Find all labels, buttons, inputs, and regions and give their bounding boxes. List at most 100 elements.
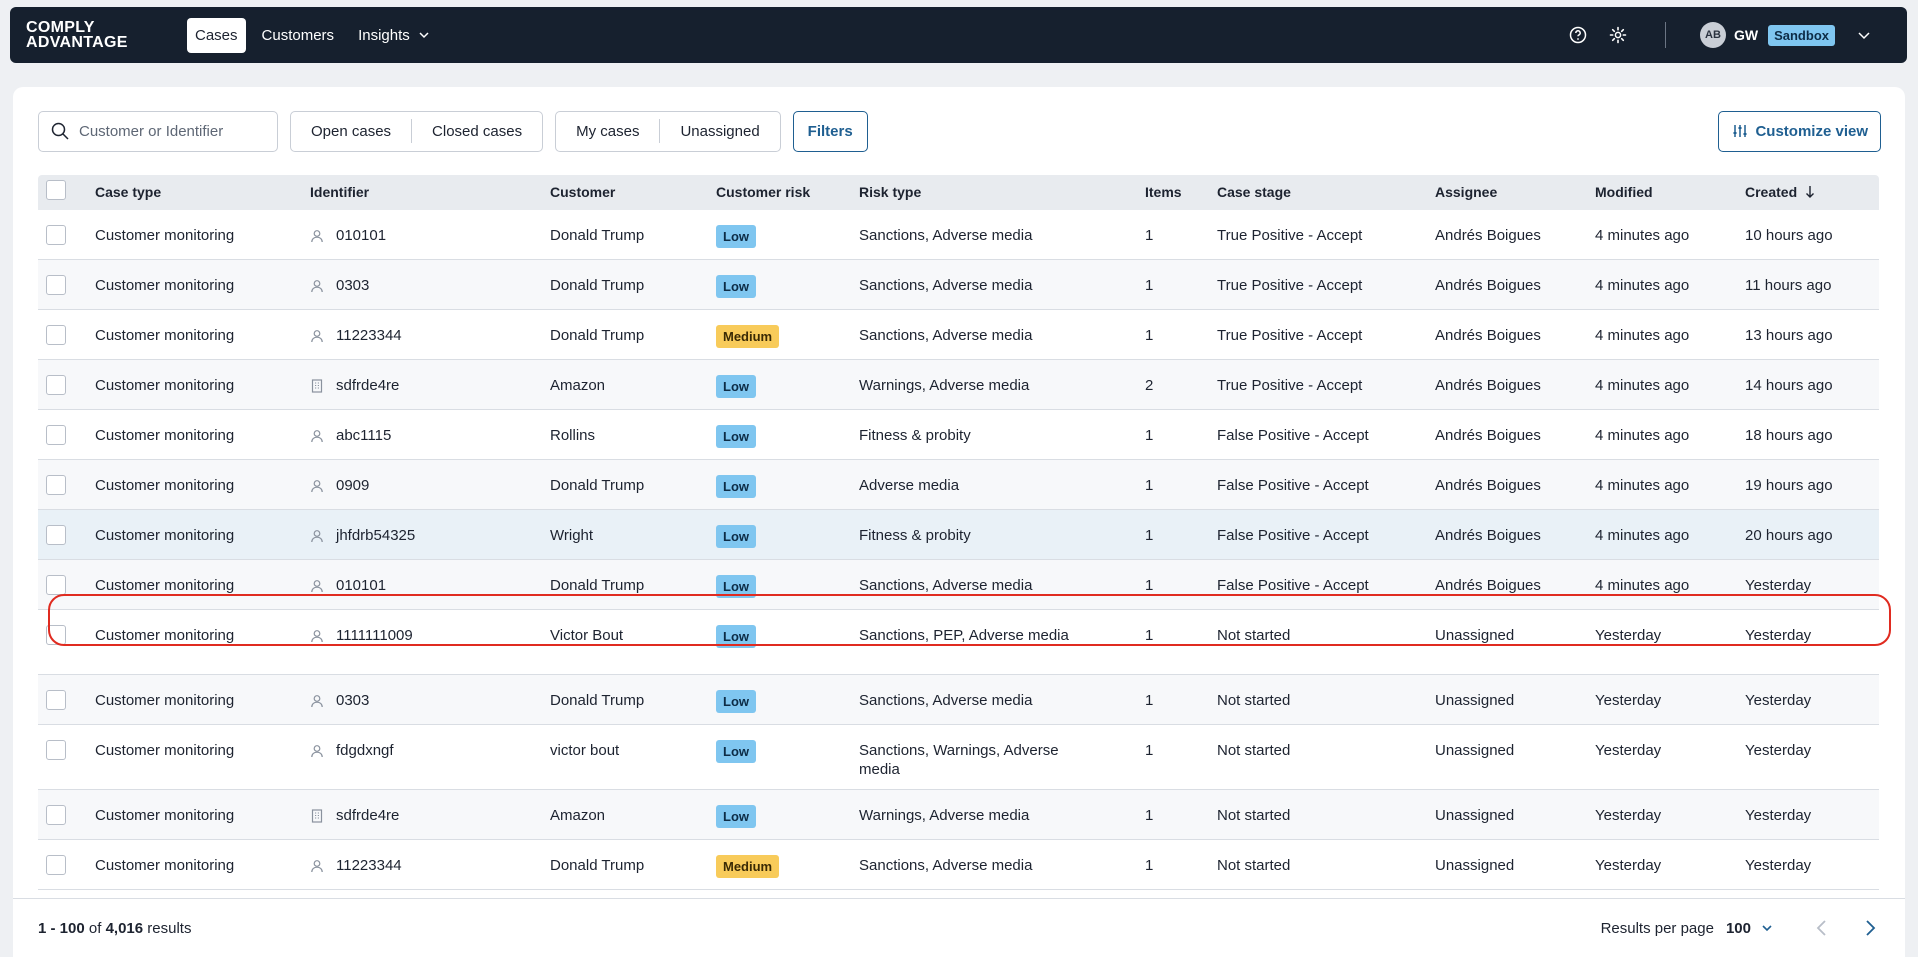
cell-assignee: Andrés Boigues — [1435, 577, 1541, 594]
chevron-left-icon[interactable] — [1815, 919, 1829, 937]
table-row[interactable]: Customer monitoring sdfrde4re Amazon Low War… — [38, 360, 1879, 410]
risk-badge: Medium — [716, 855, 780, 878]
table-row[interactable]: Customer monitoring sdfrde4re Amazon Low War… — [38, 790, 1879, 840]
cell-identifier[interactable]: sdfrde4re — [336, 376, 399, 395]
row-checkbox[interactable] — [46, 855, 66, 875]
cell-identifier[interactable]: jhfdrb54325 — [336, 526, 415, 545]
select-all-checkbox[interactable] — [46, 180, 66, 200]
row-checkbox[interactable] — [46, 325, 66, 345]
column-header-case-type[interactable]: Case type — [95, 183, 310, 202]
unassigned-button[interactable]: Unassigned — [660, 123, 779, 140]
cell-created: 11 hours ago — [1745, 277, 1832, 294]
cell-identifier[interactable]: 010101 — [336, 226, 386, 245]
column-header-case-stage[interactable]: Case stage — [1217, 183, 1435, 202]
column-header-modified[interactable]: Modified — [1595, 183, 1745, 202]
cell-identifier[interactable]: abc1115 — [336, 426, 391, 445]
column-header-customer[interactable]: Customer — [550, 183, 716, 202]
cell-customer: Amazon — [550, 377, 606, 394]
column-header-risk-type[interactable]: Risk type — [859, 183, 1145, 202]
risk-badge: Low — [716, 625, 756, 648]
cell-case-type: Customer monitoring — [95, 857, 235, 874]
cell-case-type: Customer monitoring — [95, 377, 235, 394]
search-box — [38, 110, 278, 152]
table-row[interactable]: Customer monitoring 010101 Donald Trump Low… — [38, 210, 1879, 260]
cell-identifier[interactable]: 010101 — [336, 576, 386, 595]
table-row[interactable]: Customer monitoring 11223344 Donald Trump M… — [38, 840, 1879, 890]
row-checkbox[interactable] — [46, 805, 66, 825]
results-per-page[interactable]: Results per page 100 — [1601, 920, 1773, 937]
cases-toolbar: Open cases Closed cases My cases Unassig… — [38, 110, 1881, 152]
row-checkbox[interactable] — [46, 225, 66, 245]
cases-panel: Open cases Closed cases My cases Unassig… — [13, 87, 1905, 957]
cell-identifier[interactable]: sdfrde4re — [336, 806, 399, 825]
nav-insights[interactable]: Insights — [350, 18, 438, 53]
cell-assignee: Andrés Boigues — [1435, 477, 1541, 494]
cell-risk-type: Sanctions, Adverse media — [859, 277, 1033, 294]
cell-identifier[interactable]: 0909 — [336, 476, 369, 495]
table-row[interactable]: Customer monitoring 0909 Donald Trump Low Ad… — [38, 460, 1879, 510]
column-header-items[interactable]: Items — [1145, 183, 1217, 202]
cell-created: 20 hours ago — [1745, 527, 1833, 544]
help-icon[interactable] — [1567, 24, 1589, 46]
row-checkbox[interactable] — [46, 275, 66, 295]
cell-identifier[interactable]: 11223344 — [336, 856, 402, 875]
row-checkbox[interactable] — [46, 525, 66, 545]
table-row[interactable]: Customer monitoring 0303 Donald Trump Low Sa… — [38, 675, 1879, 725]
row-checkbox[interactable] — [46, 425, 66, 445]
brand-logo[interactable]: COMPLY ADVANTAGE — [26, 20, 156, 51]
open-cases-button[interactable]: Open cases — [291, 123, 411, 140]
cell-assignee: Unassigned — [1435, 857, 1515, 874]
column-header-assignee[interactable]: Assignee — [1435, 183, 1595, 202]
cell-created: Yesterday — [1745, 857, 1812, 874]
table-row[interactable]: Customer monitoring jhfdrb54325 Wright Low F… — [38, 510, 1879, 560]
table-header: Case type Identifier Customer Customer r… — [38, 175, 1879, 210]
table-row[interactable]: Customer monitoring abc1115 Rollins Low Fitn… — [38, 410, 1879, 460]
row-checkbox[interactable] — [46, 375, 66, 395]
cell-created: 10 hours ago — [1745, 227, 1833, 244]
column-header-customer-risk[interactable]: Customer risk — [716, 183, 859, 202]
case-status-toggle: Open cases Closed cases — [290, 110, 544, 152]
closed-cases-button[interactable]: Closed cases — [412, 123, 542, 140]
table-row[interactable]: Customer monitoring fdgdxngf victor bout Lo… — [38, 725, 1879, 790]
cell-identifier[interactable]: 11223344 — [336, 326, 402, 345]
row-checkbox[interactable] — [46, 740, 66, 760]
environment-badge: Sandbox — [1768, 24, 1835, 46]
table-row[interactable]: Customer monitoring 0303 Donald Trump Low Sa… — [38, 260, 1879, 310]
search-input[interactable] — [79, 122, 259, 140]
sliders-icon — [1733, 125, 1747, 137]
table-row[interactable]: Customer monitoring 11223344 Donald Trump M… — [38, 310, 1879, 360]
cell-identifier[interactable]: fdgdxngf — [336, 741, 394, 760]
row-checkbox[interactable] — [46, 625, 66, 645]
row-checkbox[interactable] — [46, 575, 66, 595]
cell-customer: Donald Trump — [550, 857, 645, 874]
table-row[interactable]: Customer monitoring 010101 Donald Trump Low… — [38, 560, 1879, 610]
cell-risk-type: Sanctions, Adverse media — [859, 327, 1033, 344]
filters-button[interactable]: Filters — [792, 110, 868, 152]
column-header-created[interactable]: Created — [1745, 183, 1879, 202]
cell-created: 19 hours ago — [1745, 477, 1833, 494]
row-checkbox[interactable] — [46, 690, 66, 710]
cell-items: 1 — [1145, 692, 1154, 709]
column-header-identifier[interactable]: Identifier — [310, 183, 550, 202]
main-nav: Cases Customers Insights — [187, 17, 438, 53]
nav-customers[interactable]: Customers — [254, 18, 343, 53]
table-body: Customer monitoring 010101 Donald Trump Low… — [38, 210, 1879, 890]
person-icon — [310, 429, 324, 443]
cell-identifier[interactable]: 0303 — [336, 691, 369, 710]
cell-created: Yesterday — [1745, 627, 1812, 644]
cell-identifier[interactable]: 0303 — [336, 276, 369, 295]
cell-identifier[interactable]: 1111111009 — [336, 626, 413, 645]
gear-icon[interactable] — [1607, 24, 1629, 46]
nav-cases[interactable]: Cases — [187, 17, 246, 53]
table-row[interactable]: Customer monitoring 1111111009 Victor Bout… — [38, 610, 1879, 675]
my-cases-button[interactable]: My cases — [556, 123, 659, 140]
chevron-down-icon[interactable] — [1857, 28, 1871, 42]
avatar[interactable]: AB — [1699, 22, 1726, 48]
cell-items: 1 — [1145, 227, 1154, 244]
customize-view-button[interactable]: Customize view — [1718, 110, 1881, 152]
chevron-right-icon[interactable] — [1863, 919, 1877, 937]
row-checkbox[interactable] — [46, 475, 66, 495]
assignment-toggle: My cases Unassigned — [555, 110, 781, 152]
cell-case-type: Customer monitoring — [95, 327, 235, 344]
cell-modified: Yesterday — [1595, 857, 1662, 874]
